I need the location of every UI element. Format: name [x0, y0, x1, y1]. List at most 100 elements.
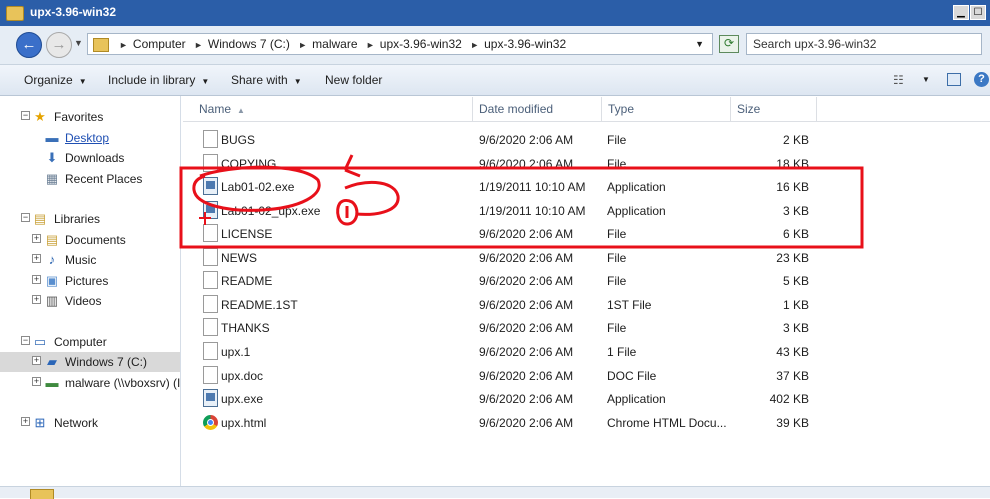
- breadcrumb-item[interactable]: malware: [312, 37, 357, 51]
- file-type: File: [607, 321, 627, 335]
- collapse-icon[interactable]: −: [21, 111, 30, 120]
- minimize-icon[interactable]: ▁: [953, 5, 969, 20]
- nav-item-network[interactable]: + ⊞ Network: [0, 413, 180, 433]
- window-title: upx-3.96-win32: [30, 5, 117, 19]
- file-row[interactable]: upx.exe 9/6/2020 2:06 AM Application 402…: [183, 387, 990, 410]
- address-dropdown-icon[interactable]: ▼: [695, 39, 704, 49]
- share-with-menu[interactable]: Share with ▼: [231, 73, 302, 87]
- nav-item-libraries[interactable]: − ▤ Libraries: [0, 209, 180, 229]
- file-row[interactable]: README 9/6/2020 2:06 AM File 5 KB: [183, 269, 990, 292]
- nav-item-windows-c[interactable]: + ▰ Windows 7 (C:): [0, 352, 180, 372]
- new-folder-button[interactable]: New folder: [325, 73, 382, 87]
- chevron-down-icon[interactable]: ▼: [922, 75, 930, 84]
- chevron-right-icon[interactable]: ►: [119, 40, 128, 50]
- refresh-button[interactable]: ⟳: [719, 35, 739, 53]
- nav-item-documents[interactable]: + ▤ Documents: [0, 230, 180, 250]
- file-icon: [203, 224, 218, 242]
- file-row[interactable]: NEWS 9/6/2020 2:06 AM File 23 KB: [183, 246, 990, 269]
- drive-icon: ▰: [47, 354, 57, 369]
- chevron-right-icon[interactable]: ►: [298, 40, 307, 50]
- file-row[interactable]: Lab01-02_upx.exe 1/19/2011 10:10 AM Appl…: [183, 199, 990, 222]
- change-view-icon[interactable]: ☷: [893, 73, 904, 87]
- file-date: 1/19/2011 10:10 AM: [479, 204, 586, 218]
- include-in-library-menu[interactable]: Include in library ▼: [108, 73, 209, 87]
- chevron-down-icon: ▼: [293, 77, 302, 86]
- file-name: Lab01-02.exe: [221, 180, 295, 194]
- breadcrumb-item[interactable]: upx-3.96-win32: [380, 37, 462, 51]
- file-date: 9/6/2020 2:06 AM: [479, 157, 574, 171]
- breadcrumb-item[interactable]: Windows 7 (C:): [208, 37, 290, 51]
- nav-item-downloads[interactable]: ⬇ Downloads: [0, 148, 180, 168]
- file-row[interactable]: LICENSE 9/6/2020 2:06 AM File 6 KB: [183, 222, 990, 245]
- help-icon[interactable]: ?: [974, 72, 989, 87]
- application-icon: [203, 177, 218, 195]
- navigation-pane: − ★ Favorites ▬ Desktop ⬇ Downloads ▦ Re…: [0, 96, 181, 486]
- column-header-type[interactable]: Type: [602, 97, 731, 121]
- documents-icon: ▤: [45, 232, 59, 247]
- file-row[interactable]: upx.1 9/6/2020 2:06 AM 1 File 43 KB: [183, 340, 990, 363]
- nav-item-desktop[interactable]: ▬ Desktop: [0, 128, 180, 148]
- column-header-size[interactable]: Size: [731, 97, 817, 121]
- recent-pages-dropdown-icon[interactable]: ▼: [74, 38, 83, 48]
- expand-icon[interactable]: +: [32, 234, 41, 243]
- nav-item-videos[interactable]: + ▥ Videos: [0, 291, 180, 311]
- file-name: upx.exe: [221, 392, 264, 406]
- organize-menu[interactable]: Organize ▼: [24, 73, 87, 87]
- pictures-icon: ▣: [45, 273, 59, 288]
- forward-button[interactable]: →: [46, 32, 72, 58]
- file-date: 9/6/2020 2:06 AM: [479, 369, 574, 383]
- nav-item-favorites[interactable]: − ★ Favorites: [0, 107, 180, 127]
- file-size: 3 KB: [782, 321, 809, 335]
- chevron-right-icon[interactable]: ►: [194, 40, 203, 50]
- file-type: 1 File: [607, 345, 637, 359]
- file-row[interactable]: BUGS 9/6/2020 2:06 AM File 2 KB: [183, 128, 990, 151]
- file-date: 1/19/2011 10:10 AM: [479, 180, 586, 194]
- file-name: README: [221, 274, 273, 288]
- maximize-icon[interactable]: ☐: [970, 5, 986, 20]
- file-type: File: [607, 133, 627, 147]
- file-row[interactable]: THANKS 9/6/2020 2:06 AM File 3 KB: [183, 316, 990, 339]
- file-date: 9/6/2020 2:06 AM: [479, 416, 574, 430]
- column-header-name[interactable]: Name ▲: [183, 97, 473, 121]
- file-name: upx.1: [221, 345, 251, 359]
- file-type: 1ST File: [607, 298, 652, 312]
- preview-pane-icon[interactable]: [947, 73, 961, 86]
- file-date: 9/6/2020 2:06 AM: [479, 227, 574, 241]
- nav-item-computer[interactable]: − ▭ Computer: [0, 332, 180, 352]
- file-row[interactable]: upx.doc 9/6/2020 2:06 AM DOC File 37 KB: [183, 364, 990, 387]
- breadcrumb-item[interactable]: upx-3.96-win32: [484, 37, 566, 51]
- file-type: Application: [607, 204, 666, 218]
- file-row[interactable]: upx.html 9/6/2020 2:06 AM Chrome HTML Do…: [183, 411, 990, 434]
- file-name: NEWS: [221, 251, 257, 265]
- sort-ascending-icon: ▲: [237, 106, 245, 115]
- nav-item-pictures[interactable]: + ▣ Pictures: [0, 271, 180, 291]
- expand-icon[interactable]: +: [32, 275, 41, 284]
- chevron-right-icon[interactable]: ►: [470, 40, 479, 50]
- nav-item-music[interactable]: + ♪ Music: [0, 250, 180, 270]
- chevron-right-icon[interactable]: ►: [366, 40, 375, 50]
- column-header-date-modified[interactable]: Date modified: [473, 97, 602, 121]
- nav-item-label: Videos: [65, 294, 102, 308]
- file-row[interactable]: README.1ST 9/6/2020 2:06 AM 1ST File 1 K…: [183, 293, 990, 316]
- file-row[interactable]: COPYING 9/6/2020 2:06 AM File 18 KB: [183, 152, 990, 175]
- nav-item-label: Pictures: [65, 274, 109, 288]
- nav-item-malware-share[interactable]: + ▬ malware (\\vboxsrv) (I: [0, 373, 180, 393]
- collapse-icon[interactable]: −: [21, 213, 30, 222]
- expand-icon[interactable]: +: [32, 295, 41, 304]
- chevron-down-icon: ▼: [201, 77, 210, 86]
- expand-icon[interactable]: +: [32, 356, 41, 365]
- nav-item-recent-places[interactable]: ▦ Recent Places: [0, 169, 180, 189]
- file-size: 6 KB: [782, 227, 809, 241]
- collapse-icon[interactable]: −: [21, 336, 30, 345]
- file-type: Chrome HTML Docu...: [607, 416, 727, 430]
- file-row[interactable]: Lab01-02.exe 1/19/2011 10:10 AM Applicat…: [183, 175, 990, 198]
- back-button[interactable]: ←: [16, 32, 42, 58]
- downloads-icon: ⬇: [46, 150, 58, 165]
- breadcrumb-item[interactable]: Computer: [133, 37, 186, 51]
- expand-icon[interactable]: +: [32, 254, 41, 263]
- expand-icon[interactable]: +: [21, 417, 30, 426]
- nav-item-label: Music: [65, 253, 97, 267]
- address-bar[interactable]: ► Computer ► Windows 7 (C:) ► malware ► upx-…: [87, 33, 713, 55]
- expand-icon[interactable]: +: [32, 377, 41, 386]
- search-input[interactable]: Search upx-3.96-win32: [746, 33, 982, 55]
